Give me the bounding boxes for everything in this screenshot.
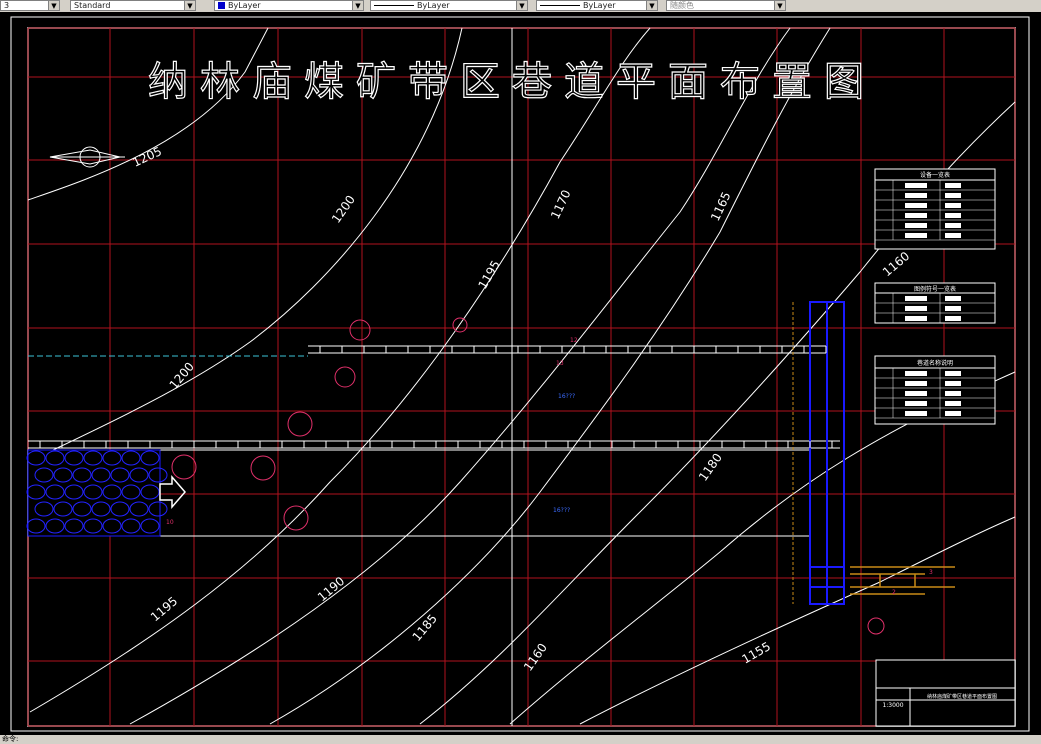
drawing-title: 纳林庙煤矿带区巷道平面布置图 (148, 59, 876, 105)
roadway-name-table: 巷道名称说明 (874, 355, 996, 425)
title-block-scale: 1:3000 (882, 702, 903, 709)
chevron-down-icon[interactable]: ▼ (774, 1, 785, 10)
title-block-name: 纳林庙煤矿带区巷道平面布置图 (927, 693, 997, 700)
linetype-value: ByLayer (417, 1, 450, 10)
linetype-combo[interactable]: ByLayer ▼ (370, 0, 528, 11)
label-12: 12 (570, 337, 578, 344)
label-2: 2 (892, 589, 896, 596)
equipment-table-title: 设备一览表 (920, 171, 950, 179)
workface-upper-label: 16??? (558, 393, 575, 400)
text-style-value: Standard (74, 1, 111, 10)
plot-style-combo[interactable]: 随颜色 ▼ (666, 0, 786, 11)
chevron-down-icon[interactable]: ▼ (48, 1, 59, 10)
symbol-table: 图例符号一览表 (874, 282, 996, 324)
lineweight-value: ByLayer (583, 1, 616, 10)
chevron-down-icon[interactable]: ▼ (184, 1, 195, 10)
command-prompt: 命令: (2, 735, 19, 743)
layer-value: 3 (4, 1, 10, 10)
layer-combo[interactable]: 3 ▼ (0, 0, 60, 11)
symbol-table-title: 图例符号一览表 (914, 285, 956, 293)
workface-lower-label: 16??? (553, 507, 570, 514)
lineweight-preview-icon (540, 5, 580, 6)
text-style-combo[interactable]: Standard ▼ (70, 0, 196, 11)
color-swatch-icon (218, 2, 225, 9)
label-10: 10 (166, 519, 174, 526)
title-block: 1:3000 纳林庙煤矿带区巷道平面布置图 (875, 659, 1016, 727)
color-value: ByLayer (228, 1, 261, 10)
chevron-down-icon[interactable]: ▼ (516, 1, 527, 10)
plot-style-value: 随颜色 (670, 1, 694, 10)
chevron-down-icon[interactable]: ▼ (352, 1, 363, 10)
drawing-canvas[interactable]: 纳林庙煤矿带区巷道平面布置图 1205 1200 1195 1170 1165 … (0, 12, 1041, 735)
chevron-down-icon[interactable]: ▼ (646, 1, 657, 10)
command-line[interactable]: 命令: (0, 735, 1041, 744)
label-13: 13 (556, 360, 564, 367)
color-combo[interactable]: ByLayer ▼ (214, 0, 364, 11)
roadway-table-title: 巷道名称说明 (917, 359, 953, 367)
lineweight-combo[interactable]: ByLayer ▼ (536, 0, 658, 11)
linetype-preview-icon (374, 5, 414, 6)
label-3: 3 (929, 569, 933, 576)
equipment-table: 设备一览表 (874, 168, 996, 250)
